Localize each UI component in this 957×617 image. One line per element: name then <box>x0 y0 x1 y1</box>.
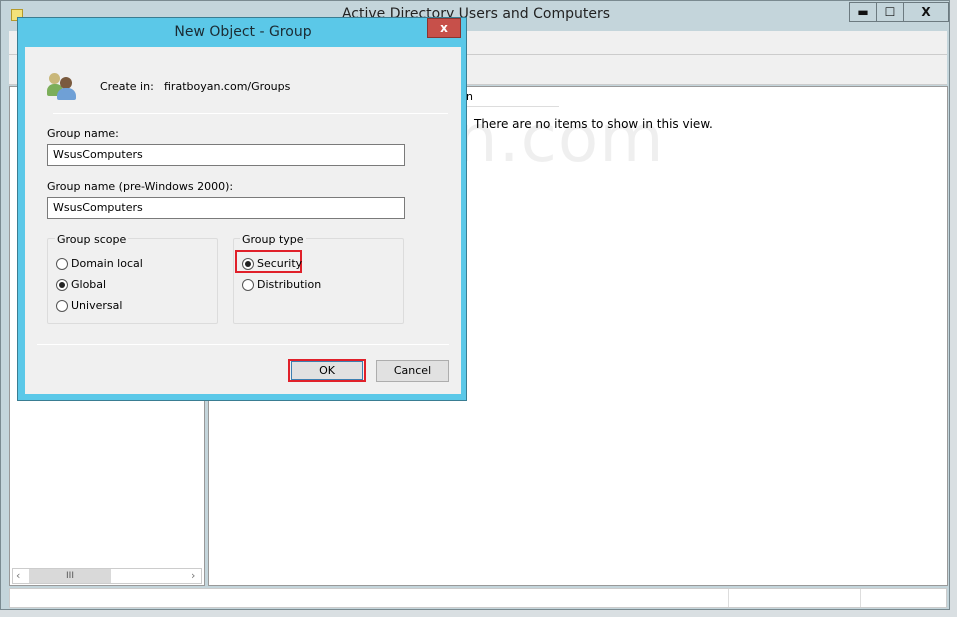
radio-circle[interactable] <box>242 257 254 270</box>
radio-global[interactable]: Global <box>56 278 106 291</box>
dialog-close-button[interactable]: x <box>427 18 461 38</box>
group-scope-label: Group scope <box>55 233 129 246</box>
divider <box>53 113 448 114</box>
radio-circle[interactable] <box>56 278 68 291</box>
status-bar <box>9 588 947 608</box>
dialog-body: Create in: firatboyan.com/Groups Group n… <box>25 47 461 394</box>
radio-circle[interactable] <box>56 299 68 312</box>
horizontal-scrollbar[interactable]: ‹ III › <box>12 568 202 584</box>
ok-button[interactable]: OK <box>291 361 363 380</box>
create-in-label: Create in: <box>100 80 154 93</box>
group-name-pre2000-input[interactable]: WsusComputers <box>47 197 405 219</box>
radio-circle[interactable] <box>56 257 68 270</box>
dialog-title: New Object - Group <box>174 24 312 40</box>
divider <box>37 344 449 345</box>
new-object-group-dialog: New Object - Group x Create in: firatboy… <box>17 17 467 401</box>
radio-domain-local[interactable]: Domain local <box>56 257 143 270</box>
group-name-pre2000-label: Group name (pre-Windows 2000): <box>47 180 234 193</box>
maximize-button[interactable]: ☐ <box>876 2 904 22</box>
group-name-label: Group name: <box>47 127 119 140</box>
scroll-left-arrow[interactable]: ‹ <box>16 569 20 582</box>
close-button[interactable]: X <box>903 2 949 22</box>
group-type-label: Group type <box>240 233 306 246</box>
group-icon <box>47 71 79 101</box>
scroll-right-arrow[interactable]: › <box>191 569 195 582</box>
radio-circle[interactable] <box>242 278 254 291</box>
radio-distribution[interactable]: Distribution <box>242 278 321 291</box>
group-name-input[interactable]: WsusComputers <box>47 144 405 166</box>
cancel-button[interactable]: Cancel <box>376 360 449 382</box>
scroll-thumb[interactable]: III <box>29 569 111 583</box>
radio-universal[interactable]: Universal <box>56 299 122 312</box>
radio-security[interactable]: Security <box>242 257 302 270</box>
create-in-value: firatboyan.com/Groups <box>164 80 291 93</box>
minimize-button[interactable]: ▬ <box>849 2 877 22</box>
